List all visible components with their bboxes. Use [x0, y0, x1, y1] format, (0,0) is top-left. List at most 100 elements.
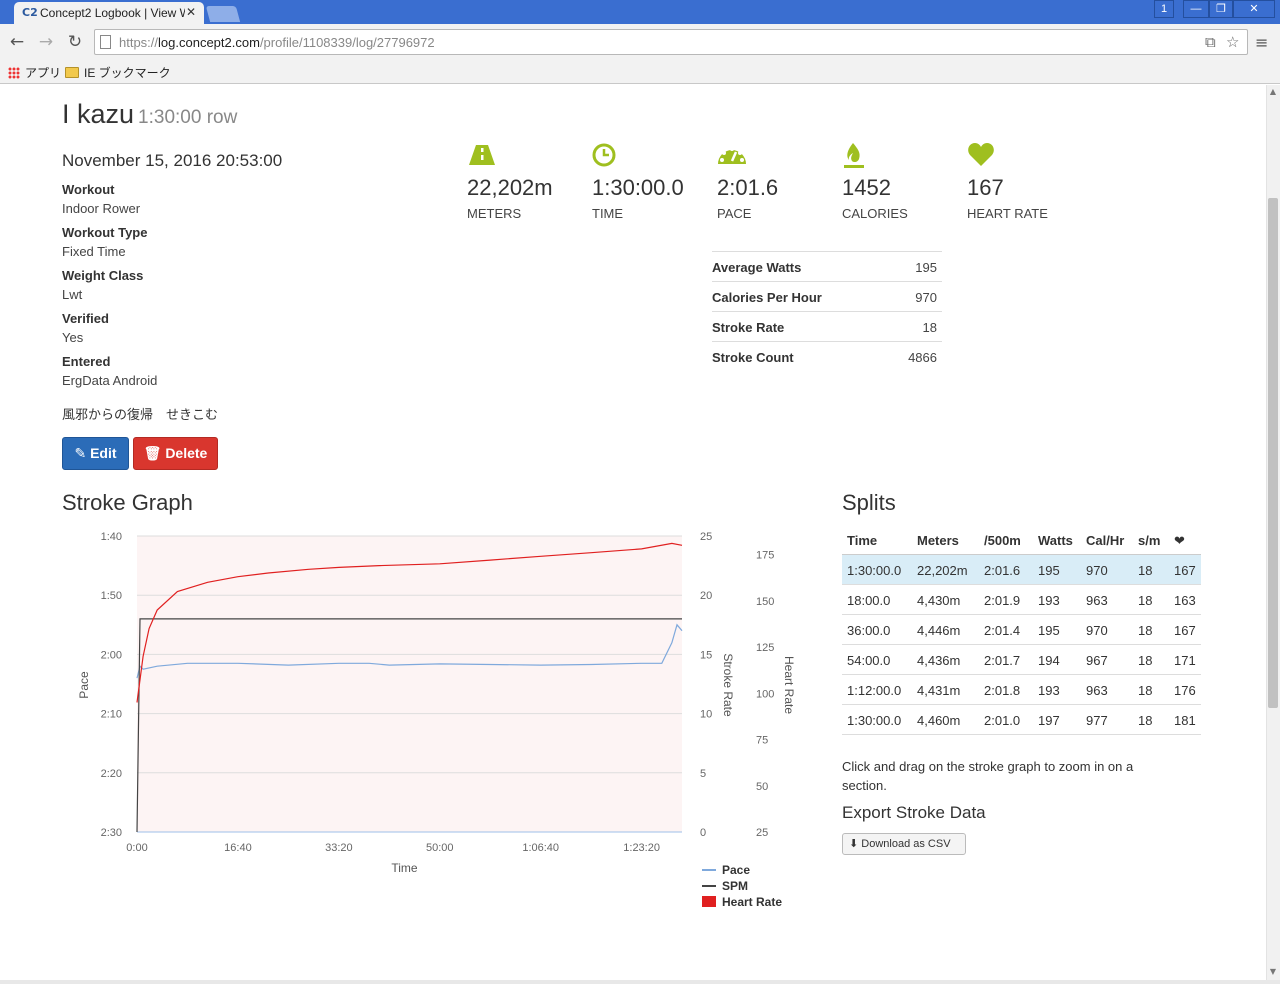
stat-label: METERS: [467, 206, 522, 221]
metric-value: 970: [915, 290, 937, 305]
restore-button[interactable]: ❐: [1209, 0, 1233, 18]
table-cell: 195: [1038, 563, 1060, 578]
detail-label-entered: Entered: [62, 354, 111, 369]
workout-comment: 風邪からの復帰 せきこむ: [62, 408, 219, 423]
spm-tick-label: 5: [700, 768, 706, 780]
tab-close-icon[interactable]: ✕: [186, 5, 196, 19]
hr-tick-label: 175: [756, 550, 774, 562]
pace-tick-label: 1:40: [101, 531, 122, 543]
detail-value-workout: Indoor Rower: [62, 201, 141, 216]
address-bar[interactable]: https://log.concept2.com/profile/1108339…: [94, 29, 1248, 55]
stroke-graph-chart[interactable]: 1:401:502:002:102:202:302520151050175150…: [72, 522, 812, 912]
table-cell: 18: [1138, 623, 1153, 638]
metric-value: 18: [922, 320, 937, 335]
table-cell: 2:01.4: [984, 623, 1021, 638]
metric-row: Average Watts 195: [712, 251, 942, 281]
new-tab-button[interactable]: [205, 6, 241, 22]
bookmark-star-icon[interactable]: ☆: [1226, 33, 1239, 51]
pace-axis-title: Pace: [77, 671, 91, 699]
translate-icon[interactable]: ⧉: [1205, 33, 1216, 51]
stat-value: 1:30:00.0: [592, 175, 684, 200]
scrollbar-thumb[interactable]: [1268, 198, 1278, 708]
detail-value-weight-class: Lwt: [62, 287, 83, 302]
scroll-up-arrow-icon[interactable]: ▲: [1268, 87, 1278, 96]
stat-label: PACE: [717, 206, 752, 221]
spm-axis-title: Stroke Rate: [721, 653, 735, 717]
spm-tick-label: 20: [700, 590, 712, 602]
horizontal-scrollbar[interactable]: [0, 980, 1280, 984]
table-cell: 4,446m: [917, 623, 961, 638]
hr-tick-label: 150: [756, 596, 774, 608]
x-tick-label: 1:06:40: [522, 842, 559, 854]
bookmarks-bar: アプリ IE ブックマーク: [0, 60, 1280, 84]
table-cell: 167: [1174, 623, 1196, 638]
hr-tick-label: 75: [756, 735, 768, 747]
table-cell: 963: [1086, 683, 1108, 698]
table-cell: 2:01.9: [984, 593, 1021, 608]
browser-tab[interactable]: C2 Concept2 Logbook | View W ✕: [14, 2, 204, 24]
stat-value: 167: [967, 175, 1004, 200]
table-row: 54:00.0 4,436m 2:01.7 194 967 18 171: [842, 645, 1201, 675]
x-tick-label: 0:00: [126, 842, 147, 854]
table-cell: 181: [1174, 713, 1196, 728]
workout-title: I kazu 1:30:00 row: [62, 99, 238, 129]
column-header: /500m: [984, 533, 1021, 548]
legend-label: SPM: [722, 879, 748, 893]
metric-row: Stroke Count 4866: [712, 341, 942, 371]
table-cell: 195: [1038, 623, 1060, 638]
delete-button[interactable]: 🗑 Delete: [133, 437, 218, 470]
table-cell: 2:01.0: [984, 713, 1021, 728]
bookmark-apps[interactable]: アプリ: [8, 64, 61, 81]
table-cell: 176: [1174, 683, 1196, 698]
spm-tick-label: 15: [700, 649, 712, 661]
url-text[interactable]: https://log.concept2.com/profile/1108339…: [119, 35, 435, 50]
x-tick-label: 16:40: [224, 842, 252, 854]
spm-tick-label: 0: [700, 827, 706, 839]
metric-label: Calories Per Hour: [712, 290, 822, 305]
table-cell: 18: [1138, 683, 1153, 698]
bookmark-ie-folder[interactable]: IE ブックマーク: [65, 64, 171, 81]
table-cell: 1:30:00.0: [847, 563, 902, 578]
metric-label: Stroke Count: [712, 350, 794, 365]
clock-icon: [592, 143, 616, 167]
download-csv-button[interactable]: ⬇ Download as CSV: [842, 833, 966, 855]
stat-value: 1452: [842, 175, 891, 200]
column-header: Watts: [1038, 533, 1073, 548]
browser-toolbar: ← → ↻ https://log.concept2.com/profile/1…: [0, 24, 1280, 60]
hr-axis-title: Heart Rate: [782, 656, 796, 714]
edit-button[interactable]: ✎ Edit: [62, 437, 129, 470]
metrics-table: Average Watts 195 Calories Per Hour 970 St…: [712, 251, 942, 371]
stat-label: CALORIES: [842, 206, 908, 221]
x-axis-title: Time: [391, 861, 418, 875]
metric-value: 195: [915, 260, 937, 275]
scroll-down-arrow-icon[interactable]: ▼: [1268, 967, 1278, 976]
table-cell: 22,202m: [917, 563, 968, 578]
table-cell: 36:00.0: [847, 623, 891, 638]
pace-tick-label: 1:50: [101, 590, 122, 602]
metric-value: 4866: [908, 350, 937, 365]
hr-tick-label: 25: [756, 827, 768, 839]
table-row: 1:30:00.0 4,460m 2:01.0 197 977 18 181: [842, 705, 1201, 735]
splits-table: Time Meters/500m Watts Cal/Hr s/m ❤ 1:30:00.0 2…: [842, 525, 1201, 735]
forward-arrow-icon[interactable]: →: [36, 32, 56, 52]
table-cell: 4,430m: [917, 593, 961, 608]
table-cell: 970: [1086, 623, 1108, 638]
chrome-menu-icon[interactable]: ≡: [1255, 33, 1268, 52]
detail-label-weight-class: Weight Class: [62, 268, 144, 283]
table-cell: 193: [1038, 683, 1060, 698]
x-tick-label: 50:00: [426, 842, 454, 854]
concept2-favicon-icon: C2: [22, 6, 38, 19]
pace-tick-label: 2:00: [101, 649, 122, 661]
table-row: 36:00.0 4,446m 2:01.4 195 970 18 167: [842, 615, 1201, 645]
table-cell: 171: [1174, 653, 1196, 668]
export-heading: Export Stroke Data: [842, 803, 986, 822]
folder-icon: [65, 67, 79, 78]
reload-icon[interactable]: ↻: [65, 32, 85, 52]
close-window-button[interactable]: ✕: [1233, 0, 1275, 18]
table-cell: 197: [1038, 713, 1060, 728]
back-arrow-icon[interactable]: ←: [7, 32, 27, 52]
column-header: s/m: [1138, 533, 1161, 548]
table-cell: 18: [1138, 713, 1153, 728]
stroke-graph-heading: Stroke Graph: [62, 490, 193, 515]
minimize-button[interactable]: —: [1183, 0, 1209, 18]
